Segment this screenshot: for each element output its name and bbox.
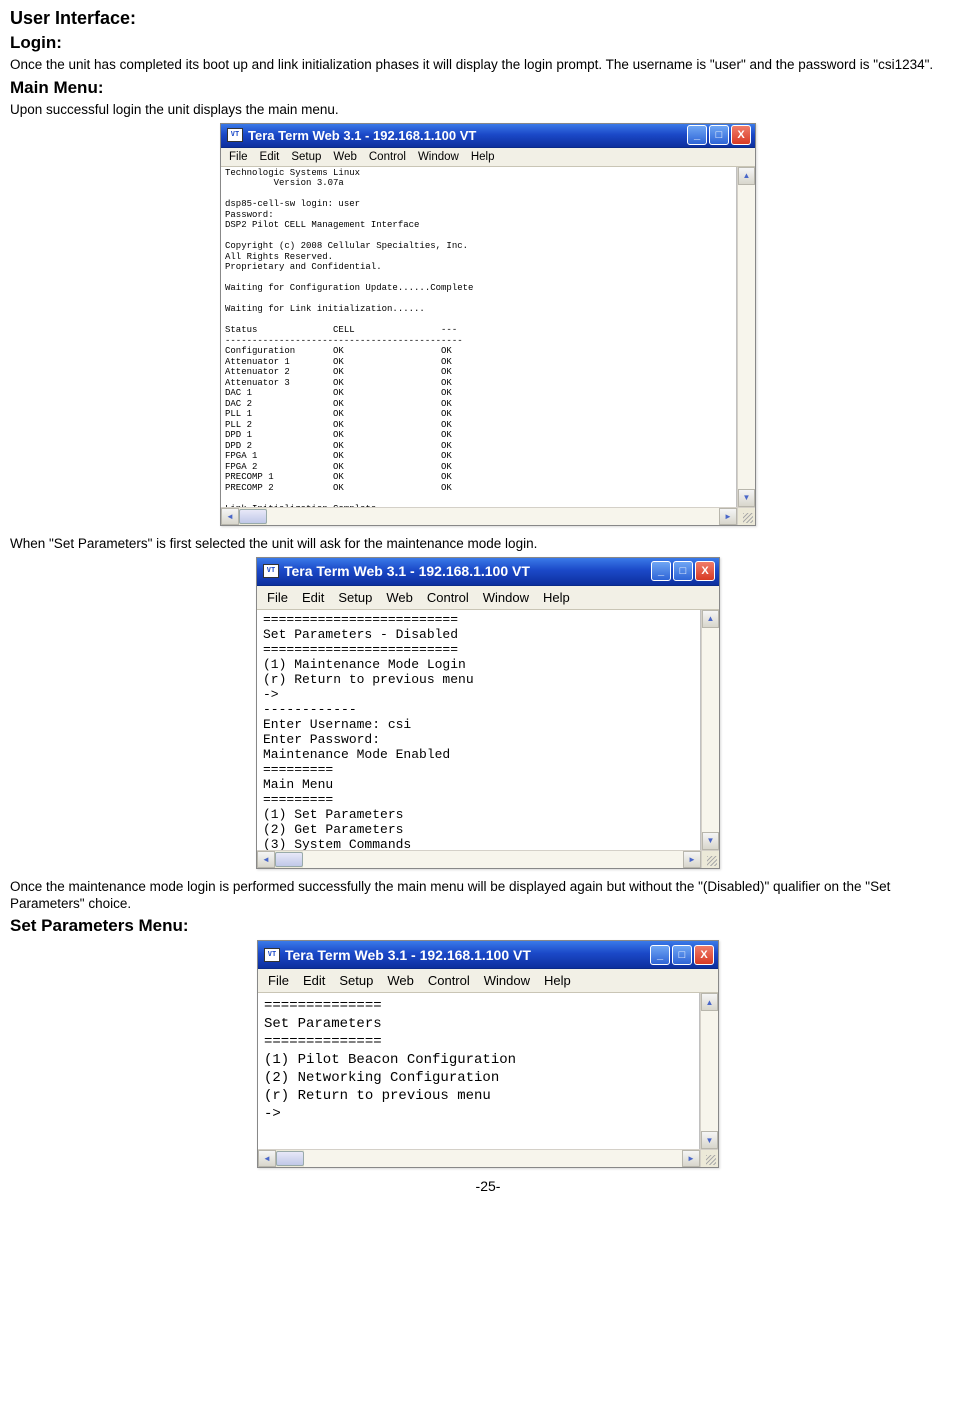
scrollbar-track[interactable] (701, 1011, 718, 1131)
scroll-left-button[interactable]: ◄ (258, 1150, 276, 1167)
close-button[interactable]: X (731, 125, 751, 145)
scroll-down-button[interactable]: ▼ (702, 832, 719, 850)
menu-file[interactable]: File (229, 151, 248, 163)
scroll-right-button[interactable]: ► (683, 851, 701, 868)
menu-window[interactable]: Window (484, 973, 530, 988)
heading-login: Login: (10, 33, 966, 53)
menu-edit[interactable]: Edit (260, 151, 280, 163)
page-number: -25- (10, 1178, 966, 1194)
menu-control[interactable]: Control (369, 151, 406, 163)
minimize-button[interactable]: _ (687, 125, 707, 145)
resize-grip[interactable] (737, 508, 755, 525)
terminal-window-2: VT Tera Term Web 3.1 - 192.168.1.100 VT … (256, 557, 720, 869)
scrollbar-thumb[interactable] (275, 852, 303, 867)
login-paragraph: Once the unit has completed its boot up … (10, 57, 966, 74)
vertical-scrollbar[interactable]: ▲ ▼ (737, 167, 755, 507)
mainmenu-paragraph: Upon successful login the unit displays … (10, 102, 966, 119)
close-button[interactable]: X (694, 945, 714, 965)
menu-edit[interactable]: Edit (302, 590, 324, 605)
scrollbar-track[interactable] (702, 628, 719, 832)
scrollbar-track[interactable] (304, 1150, 682, 1167)
scroll-left-button[interactable]: ◄ (257, 851, 275, 868)
scroll-left-button[interactable]: ◄ (221, 508, 239, 525)
menubar: File Edit Setup Web Control Window Help (257, 586, 719, 610)
maximize-button[interactable]: □ (672, 945, 692, 965)
menu-control[interactable]: Control (428, 973, 470, 988)
window-title: Tera Term Web 3.1 - 192.168.1.100 VT (285, 947, 531, 963)
post-maintenance-paragraph: Once the maintenance mode login is perfo… (10, 879, 966, 913)
minimize-button[interactable]: _ (650, 945, 670, 965)
resize-grip[interactable] (700, 1150, 718, 1167)
terminal-output[interactable]: ============== Set Parameters ==========… (258, 993, 700, 1149)
horizontal-scrollbar[interactable]: ◄ ► (221, 507, 755, 525)
maintenance-login-paragraph: When "Set Parameters" is first selected … (10, 536, 966, 553)
menu-help[interactable]: Help (544, 973, 571, 988)
menu-window[interactable]: Window (418, 151, 459, 163)
heading-main-menu: Main Menu: (10, 78, 966, 98)
menu-file[interactable]: File (268, 973, 289, 988)
menu-help[interactable]: Help (471, 151, 495, 163)
menu-help[interactable]: Help (543, 590, 570, 605)
window-title: Tera Term Web 3.1 - 192.168.1.100 VT (284, 563, 530, 579)
menu-control[interactable]: Control (427, 590, 469, 605)
scrollbar-thumb[interactable] (276, 1151, 304, 1166)
window-title: Tera Term Web 3.1 - 192.168.1.100 VT (248, 128, 476, 143)
minimize-button[interactable]: _ (651, 561, 671, 581)
menu-web[interactable]: Web (333, 151, 356, 163)
scroll-up-button[interactable]: ▲ (738, 167, 755, 185)
scroll-down-button[interactable]: ▼ (701, 1131, 718, 1149)
titlebar[interactable]: VT Tera Term Web 3.1 - 192.168.1.100 VT … (221, 124, 755, 148)
menu-setup[interactable]: Setup (338, 590, 372, 605)
menu-web[interactable]: Web (387, 973, 414, 988)
scroll-up-button[interactable]: ▲ (702, 610, 719, 628)
maximize-button[interactable]: □ (673, 561, 693, 581)
menu-web[interactable]: Web (386, 590, 413, 605)
vertical-scrollbar[interactable]: ▲ ▼ (701, 610, 719, 850)
terminal-output[interactable]: ========================= Set Parameters… (257, 610, 701, 850)
menubar: File Edit Setup Web Control Window Help (221, 148, 755, 167)
menubar: File Edit Setup Web Control Window Help (258, 969, 718, 993)
app-icon: VT (263, 564, 279, 578)
menu-edit[interactable]: Edit (303, 973, 325, 988)
horizontal-scrollbar[interactable]: ◄ ► (258, 1149, 718, 1167)
maximize-button[interactable]: □ (709, 125, 729, 145)
titlebar[interactable]: VT Tera Term Web 3.1 - 192.168.1.100 VT … (258, 941, 718, 969)
scroll-right-button[interactable]: ► (719, 508, 737, 525)
heading-set-parameters-menu: Set Parameters Menu: (10, 916, 966, 936)
menu-setup[interactable]: Setup (291, 151, 321, 163)
scrollbar-thumb[interactable] (239, 509, 267, 524)
scrollbar-track[interactable] (303, 851, 683, 868)
scroll-down-button[interactable]: ▼ (738, 489, 755, 507)
menu-setup[interactable]: Setup (339, 973, 373, 988)
titlebar[interactable]: VT Tera Term Web 3.1 - 192.168.1.100 VT … (257, 558, 719, 586)
scrollbar-track[interactable] (267, 508, 719, 525)
terminal-window-3: VT Tera Term Web 3.1 - 192.168.1.100 VT … (257, 940, 719, 1168)
terminal-window-1: VT Tera Term Web 3.1 - 192.168.1.100 VT … (220, 123, 756, 526)
horizontal-scrollbar[interactable]: ◄ ► (257, 850, 719, 868)
scroll-up-button[interactable]: ▲ (701, 993, 718, 1011)
terminal-output[interactable]: Technologic Systems Linux Version 3.07a … (221, 167, 737, 507)
scrollbar-track[interactable] (738, 185, 755, 489)
close-button[interactable]: X (695, 561, 715, 581)
menu-window[interactable]: Window (483, 590, 529, 605)
resize-grip[interactable] (701, 851, 719, 868)
scroll-right-button[interactable]: ► (682, 1150, 700, 1167)
app-icon: VT (264, 948, 280, 962)
vertical-scrollbar[interactable]: ▲ ▼ (700, 993, 718, 1149)
menu-file[interactable]: File (267, 590, 288, 605)
heading-user-interface: User Interface: (10, 8, 966, 29)
app-icon: VT (227, 128, 243, 142)
